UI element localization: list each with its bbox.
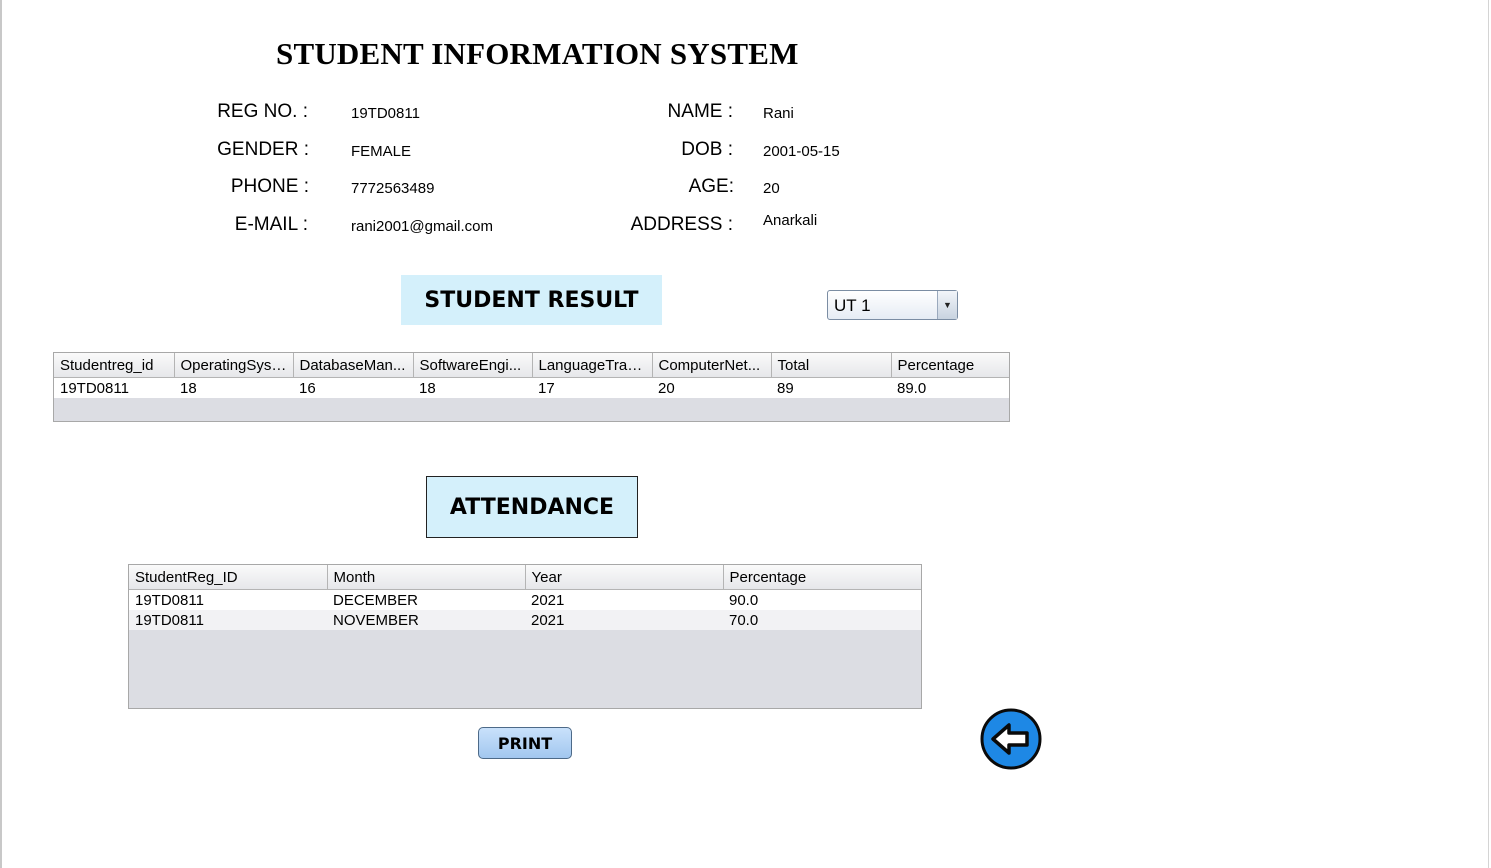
table-row[interactable]: 19TD0811 DECEMBER 2021 90.0	[129, 589, 921, 610]
table-cell: 19TD0811	[129, 589, 327, 610]
gender-label: GENDER :	[217, 139, 309, 160]
column-header[interactable]: Total	[771, 353, 892, 378]
column-header[interactable]: ComputerNet...	[652, 353, 772, 378]
column-header[interactable]: Month	[327, 565, 526, 590]
table-cell: 16	[293, 377, 413, 398]
column-header[interactable]: Studentreg_id	[54, 353, 175, 378]
attendance-header-row: StudentReg_ID Month Year Percentage	[129, 565, 921, 590]
page-title: STUDENT INFORMATION SYSTEM	[276, 36, 799, 71]
name-value: Rani	[763, 105, 794, 122]
column-header[interactable]: OperatingSyst...	[174, 353, 294, 378]
table-cell: 17	[532, 377, 652, 398]
column-header[interactable]: StudentReg_ID	[129, 565, 328, 590]
address-value: Anarkali	[763, 212, 818, 229]
table-cell: 19TD0811	[129, 610, 327, 630]
table-row[interactable]: 19TD0811 NOVEMBER 2021 70.0	[129, 610, 921, 630]
table-cell: DECEMBER	[327, 589, 525, 610]
address-label: ADDRESS :	[630, 214, 733, 235]
table-cell: 19TD0811	[54, 377, 174, 398]
column-header[interactable]: DatabaseMan...	[293, 353, 414, 378]
gender-value: FEMALE	[351, 143, 412, 160]
column-header[interactable]: LanguageTran...	[532, 353, 653, 378]
table-cell: 20	[652, 377, 771, 398]
column-header[interactable]: Percentage	[723, 565, 921, 590]
table-cell: 18	[413, 377, 532, 398]
table-cell: 89.0	[891, 377, 1009, 398]
back-arrow-icon	[980, 708, 1042, 770]
phone-label: PHONE :	[230, 176, 309, 197]
test-select[interactable]: UT 1 ▼	[827, 290, 958, 320]
reg-no-value: 19TD0811	[351, 105, 420, 122]
age-label: AGE:	[688, 176, 734, 197]
email-label: E-MAIL :	[234, 214, 308, 235]
column-header[interactable]: Percentage	[891, 353, 1009, 378]
student-result-heading: STUDENT RESULT	[401, 275, 662, 325]
result-table[interactable]: Studentreg_id OperatingSyst... DatabaseM…	[53, 352, 1010, 422]
chevron-down-icon[interactable]: ▼	[937, 291, 957, 319]
print-button[interactable]: PRINT	[478, 727, 572, 759]
result-header-row: Studentreg_id OperatingSyst... DatabaseM…	[54, 353, 1009, 378]
test-select-value: UT 1	[834, 296, 871, 315]
table-cell: NOVEMBER	[327, 610, 525, 630]
table-cell: 70.0	[723, 610, 921, 630]
window-left-edge	[0, 0, 2, 868]
age-value: 20	[763, 180, 780, 197]
table-cell: 2021	[525, 589, 723, 610]
reg-no-label: REG NO. :	[217, 101, 308, 122]
table-cell: 89	[771, 377, 891, 398]
attendance-heading: ATTENDANCE	[426, 476, 638, 538]
dob-value: 2001-05-15	[763, 143, 840, 160]
table-cell: 90.0	[723, 589, 921, 610]
back-button[interactable]	[979, 707, 1043, 771]
column-header[interactable]: SoftwareEngi...	[413, 353, 533, 378]
table-cell: 2021	[525, 610, 723, 630]
table-cell: 18	[174, 377, 293, 398]
dob-label: DOB :	[681, 139, 733, 160]
table-row[interactable]: 19TD0811 18 16 18 17 20 89 89.0	[54, 377, 1009, 398]
name-label: NAME :	[667, 101, 733, 122]
column-header[interactable]: Year	[525, 565, 724, 590]
email-value: rani2001@gmail.com	[351, 218, 493, 235]
attendance-table[interactable]: StudentReg_ID Month Year Percentage 19TD…	[128, 564, 922, 709]
window-right-edge	[1488, 0, 1489, 868]
phone-value: 7772563489	[351, 180, 435, 197]
